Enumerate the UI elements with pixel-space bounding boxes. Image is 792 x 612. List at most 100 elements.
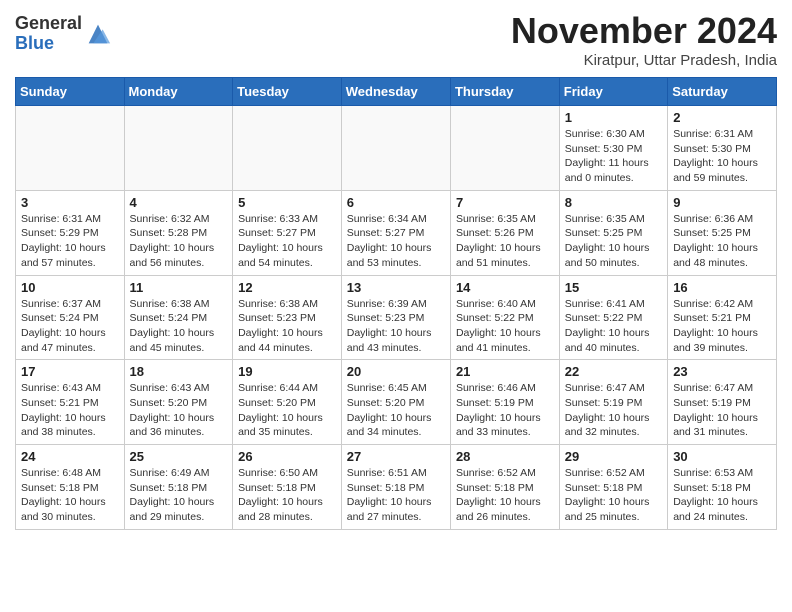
calendar-week-row: 17 Sunrise: 6:43 AMSunset: 5:21 PMDayligh… <box>16 360 777 445</box>
day-info: Sunrise: 6:35 AMSunset: 5:26 PMDaylight:… <box>456 212 554 271</box>
day-number: 11 <box>130 280 228 295</box>
calendar-cell: 26 Sunrise: 6:50 AMSunset: 5:18 PMDayligh… <box>233 445 342 530</box>
calendar-cell: 19Sunrise: 6:44 AMSunset: 5:20 PMDayligh… <box>233 360 342 445</box>
day-info: Sunrise: 6:36 AMSunset: 5:25 PMDaylight:… <box>673 212 771 271</box>
day-info: Sunrise: 6:31 AMSunset: 5:30 PMDaylight:… <box>673 127 771 186</box>
calendar-cell: 22 Sunrise: 6:47 AMSunset: 5:19 PMDayligh… <box>559 360 667 445</box>
day-info: Sunrise: 6:32 AMSunset: 5:28 PMDaylight:… <box>130 212 228 271</box>
day-number: 29 <box>565 449 662 464</box>
calendar-week-row: 10 Sunrise: 6:37 AMSunset: 5:24 PMDayligh… <box>16 275 777 360</box>
day-info: Sunrise: 6:40 AMSunset: 5:22 PMDaylight:… <box>456 297 554 356</box>
day-info: Sunrise: 6:33 AMSunset: 5:27 PMDaylight:… <box>238 212 336 271</box>
calendar-cell: 9Sunrise: 6:36 AMSunset: 5:25 PMDaylight… <box>668 190 777 275</box>
month-title: November 2024 <box>511 10 777 52</box>
day-info: Sunrise: 6:47 AMSunset: 5:19 PMDaylight:… <box>565 381 662 440</box>
calendar-cell: 6 Sunrise: 6:34 AMSunset: 5:27 PMDaylight… <box>341 190 450 275</box>
day-info: Sunrise: 6:46 AMSunset: 5:19 PMDaylight:… <box>456 381 554 440</box>
day-info: Sunrise: 6:42 AMSunset: 5:21 PMDaylight:… <box>673 297 771 356</box>
day-number: 4 <box>130 195 228 210</box>
calendar-cell: 16 Sunrise: 6:42 AMSunset: 5:21 PMDayligh… <box>668 275 777 360</box>
calendar-cell: 1 Sunrise: 6:30 AMSunset: 5:30 PMDaylight… <box>559 106 667 191</box>
day-info: Sunrise: 6:41 AMSunset: 5:22 PMDaylight:… <box>565 297 662 356</box>
day-number: 26 <box>238 449 336 464</box>
calendar-cell: 11 Sunrise: 6:38 AMSunset: 5:24 PMDayligh… <box>124 275 233 360</box>
calendar-cell: 20 Sunrise: 6:45 AMSunset: 5:20 PMDayligh… <box>341 360 450 445</box>
day-info: Sunrise: 6:30 AMSunset: 5:30 PMDaylight:… <box>565 127 662 186</box>
day-info: Sunrise: 6:38 AMSunset: 5:24 PMDaylight:… <box>130 297 228 356</box>
day-number: 15 <box>565 280 662 295</box>
calendar-cell: 30 Sunrise: 6:53 AMSunset: 5:18 PMDayligh… <box>668 445 777 530</box>
day-number: 16 <box>673 280 771 295</box>
calendar-cell: 15 Sunrise: 6:41 AMSunset: 5:22 PMDayligh… <box>559 275 667 360</box>
calendar-cell: 21 Sunrise: 6:46 AMSunset: 5:19 PMDayligh… <box>450 360 559 445</box>
calendar-cell: 5 Sunrise: 6:33 AMSunset: 5:27 PMDaylight… <box>233 190 342 275</box>
calendar-cell: 29 Sunrise: 6:52 AMSunset: 5:18 PMDayligh… <box>559 445 667 530</box>
day-info: Sunrise: 6:52 AMSunset: 5:18 PMDaylight:… <box>565 466 662 525</box>
day-number: 23 <box>673 364 771 379</box>
day-number: 8 <box>565 195 662 210</box>
weekday-header: Saturday <box>668 78 777 106</box>
calendar-week-row: 24 Sunrise: 6:48 AMSunset: 5:18 PMDayligh… <box>16 445 777 530</box>
day-number: 20 <box>347 364 445 379</box>
day-number: 25 <box>130 449 228 464</box>
calendar: SundayMondayTuesdayWednesdayThursdayFrid… <box>15 77 777 530</box>
day-info: Sunrise: 6:38 AMSunset: 5:23 PMDaylight:… <box>238 297 336 356</box>
day-number: 6 <box>347 195 445 210</box>
day-number: 21 <box>456 364 554 379</box>
weekday-header: Tuesday <box>233 78 342 106</box>
day-info: Sunrise: 6:35 AMSunset: 5:25 PMDaylight:… <box>565 212 662 271</box>
calendar-cell <box>16 106 125 191</box>
calendar-cell: 12 Sunrise: 6:38 AMSunset: 5:23 PMDayligh… <box>233 275 342 360</box>
calendar-cell <box>233 106 342 191</box>
location: Kiratpur, Uttar Pradesh, India <box>511 52 777 69</box>
day-info: Sunrise: 6:37 AMSunset: 5:24 PMDaylight:… <box>21 297 119 356</box>
calendar-cell: 8 Sunrise: 6:35 AMSunset: 5:25 PMDaylight… <box>559 190 667 275</box>
day-number: 2 <box>673 110 771 125</box>
calendar-cell <box>341 106 450 191</box>
day-info: Sunrise: 6:45 AMSunset: 5:20 PMDaylight:… <box>347 381 445 440</box>
calendar-cell: 25Sunrise: 6:49 AMSunset: 5:18 PMDayligh… <box>124 445 233 530</box>
day-number: 24 <box>21 449 119 464</box>
day-number: 12 <box>238 280 336 295</box>
calendar-cell: 23Sunrise: 6:47 AMSunset: 5:19 PMDayligh… <box>668 360 777 445</box>
day-number: 27 <box>347 449 445 464</box>
day-info: Sunrise: 6:48 AMSunset: 5:18 PMDaylight:… <box>21 466 119 525</box>
logo: General Blue <box>15 14 112 54</box>
calendar-cell: 3Sunrise: 6:31 AMSunset: 5:29 PMDaylight… <box>16 190 125 275</box>
day-info: Sunrise: 6:43 AMSunset: 5:21 PMDaylight:… <box>21 381 119 440</box>
calendar-cell <box>450 106 559 191</box>
calendar-week-row: 1 Sunrise: 6:30 AMSunset: 5:30 PMDaylight… <box>16 106 777 191</box>
day-info: Sunrise: 6:39 AMSunset: 5:23 PMDaylight:… <box>347 297 445 356</box>
day-info: Sunrise: 6:52 AMSunset: 5:18 PMDaylight:… <box>456 466 554 525</box>
day-number: 1 <box>565 110 662 125</box>
logo-icon <box>84 20 112 48</box>
day-info: Sunrise: 6:34 AMSunset: 5:27 PMDaylight:… <box>347 212 445 271</box>
calendar-cell: 4 Sunrise: 6:32 AMSunset: 5:28 PMDaylight… <box>124 190 233 275</box>
logo-general-text: General <box>15 14 82 34</box>
day-number: 7 <box>456 195 554 210</box>
day-number: 22 <box>565 364 662 379</box>
header: General Blue November 2024 Kiratpur, Utt… <box>15 10 777 69</box>
day-number: 14 <box>456 280 554 295</box>
day-info: Sunrise: 6:43 AMSunset: 5:20 PMDaylight:… <box>130 381 228 440</box>
day-number: 30 <box>673 449 771 464</box>
calendar-cell: 10 Sunrise: 6:37 AMSunset: 5:24 PMDayligh… <box>16 275 125 360</box>
weekday-header: Sunday <box>16 78 125 106</box>
day-number: 10 <box>21 280 119 295</box>
day-number: 18 <box>130 364 228 379</box>
calendar-cell: 27 Sunrise: 6:51 AMSunset: 5:18 PMDayligh… <box>341 445 450 530</box>
calendar-cell: 14 Sunrise: 6:40 AMSunset: 5:22 PMDayligh… <box>450 275 559 360</box>
day-info: Sunrise: 6:53 AMSunset: 5:18 PMDaylight:… <box>673 466 771 525</box>
calendar-week-row: 3Sunrise: 6:31 AMSunset: 5:29 PMDaylight… <box>16 190 777 275</box>
logo-blue-text: Blue <box>15 34 82 54</box>
weekday-header: Monday <box>124 78 233 106</box>
day-number: 5 <box>238 195 336 210</box>
day-info: Sunrise: 6:51 AMSunset: 5:18 PMDaylight:… <box>347 466 445 525</box>
day-info: Sunrise: 6:31 AMSunset: 5:29 PMDaylight:… <box>21 212 119 271</box>
calendar-cell: 28Sunrise: 6:52 AMSunset: 5:18 PMDayligh… <box>450 445 559 530</box>
day-number: 17 <box>21 364 119 379</box>
weekday-header: Thursday <box>450 78 559 106</box>
day-info: Sunrise: 6:50 AMSunset: 5:18 PMDaylight:… <box>238 466 336 525</box>
calendar-cell <box>124 106 233 191</box>
weekday-header: Wednesday <box>341 78 450 106</box>
